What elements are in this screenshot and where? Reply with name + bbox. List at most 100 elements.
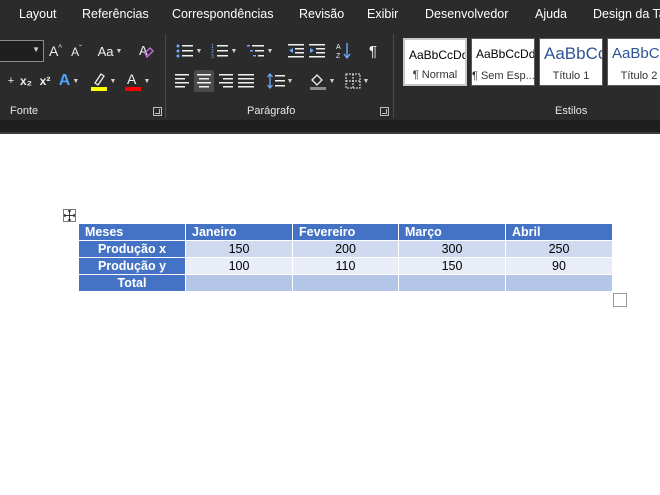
shrink-font-button[interactable]: Aˇ — [68, 40, 85, 62]
chevron-down-icon: ▼ — [362, 77, 370, 85]
clear-formatting-button[interactable]: A — [136, 40, 156, 62]
table-cell[interactable] — [185, 274, 293, 292]
font-color-icon: A — [124, 71, 141, 91]
align-right-button[interactable] — [215, 70, 235, 92]
tab-table-design[interactable]: Design da Ta — [593, 7, 660, 21]
table-cell[interactable]: 100 — [185, 257, 293, 275]
tab-help[interactable]: Ajuda — [535, 7, 567, 21]
style-name: ¶ Normal — [412, 69, 458, 81]
shrink-font-icon: Aˇ — [71, 43, 82, 59]
group-divider — [165, 34, 166, 118]
table-row: Total — [78, 274, 613, 292]
table-cell[interactable]: 150 — [398, 257, 506, 275]
svg-text:A: A — [127, 71, 137, 87]
row-header-cell[interactable]: Produção x — [78, 240, 186, 258]
data-table: Meses Janeiro Fevereiro Março Abril Prod… — [78, 223, 613, 292]
align-left-button[interactable] — [173, 70, 193, 92]
table-cell[interactable] — [398, 274, 506, 292]
style-no-spacing[interactable]: AaBbCcDd ¶ Sem Esp... — [471, 38, 535, 86]
table-cell[interactable]: 110 — [292, 257, 399, 275]
tab-references[interactable]: Referências — [82, 7, 149, 21]
font-dialog-launcher-icon[interactable] — [153, 107, 162, 116]
show-marks-button[interactable]: ¶ — [363, 40, 383, 62]
strikethrough-button[interactable]: + — [5, 70, 17, 92]
table-move-handle[interactable] — [63, 209, 76, 222]
decrease-indent-icon — [288, 44, 304, 58]
tab-review[interactable]: Revisão — [299, 7, 344, 21]
table-cell[interactable]: 90 — [505, 257, 613, 275]
table-header-row: Meses Janeiro Fevereiro Março Abril — [78, 223, 613, 241]
tab-layout[interactable]: Layout — [19, 7, 57, 21]
paragraph-dialog-launcher-icon[interactable] — [380, 107, 389, 116]
font-size-dropdown[interactable]: ▼ — [0, 40, 44, 62]
chevron-down-icon: ▼ — [286, 77, 294, 85]
style-normal[interactable]: AaBbCcDd ¶ Normal — [402, 37, 468, 87]
style-heading-2[interactable]: AaBbCc Título 2 — [607, 38, 660, 86]
table-cell[interactable]: 300 — [398, 240, 506, 258]
table-resize-handle[interactable] — [613, 293, 627, 307]
align-right-icon — [219, 74, 233, 88]
borders-button[interactable]: ▼ — [341, 70, 373, 92]
table-header-cell[interactable]: Março — [398, 223, 506, 241]
tab-view[interactable]: Exibir — [367, 7, 398, 21]
highlighter-icon — [90, 73, 107, 91]
ribbon: ▼ A^ Aˇ Aa ▼ A + x₂ x² A ▼ ▼ A ▼ Fonte ▼… — [0, 30, 660, 120]
grow-font-button[interactable]: A^ — [47, 40, 64, 62]
highlight-color-button[interactable]: ▼ — [88, 70, 118, 92]
superscript-icon: x² — [39, 74, 51, 88]
table-row: Produção y 100 110 150 90 — [78, 257, 613, 275]
bullets-icon — [176, 44, 193, 58]
align-center-button[interactable] — [194, 70, 214, 92]
paragraph-group-label: Parágrafo — [247, 105, 296, 117]
align-left-icon — [175, 74, 189, 88]
chevron-down-icon: ▼ — [32, 45, 40, 54]
chevron-down-icon: ▼ — [72, 77, 80, 85]
style-heading-1[interactable]: AaBbCc Título 1 — [539, 38, 603, 86]
text-effects-icon: A — [58, 72, 71, 89]
styles-group-label: Estilos — [555, 105, 588, 117]
table-header-cell[interactable]: Meses — [78, 223, 186, 241]
svg-text:A: A — [336, 44, 341, 51]
sort-icon: A Z — [336, 43, 351, 60]
style-sample: AaBbCcDd — [476, 47, 535, 61]
table-header-cell[interactable]: Abril — [505, 223, 613, 241]
subscript-button[interactable]: x₂ — [18, 70, 34, 92]
table-cell[interactable]: 200 — [292, 240, 399, 258]
table-cell[interactable] — [292, 274, 399, 292]
justify-button[interactable] — [236, 70, 256, 92]
change-case-button[interactable]: Aa ▼ — [95, 40, 125, 62]
style-sample: AaBbCc — [612, 45, 660, 62]
table-header-cell[interactable]: Janeiro — [185, 223, 293, 241]
table-header-cell[interactable]: Fevereiro — [292, 223, 399, 241]
shading-button[interactable]: ▼ — [306, 70, 338, 92]
increase-indent-button[interactable] — [307, 40, 327, 62]
tab-mailings[interactable]: Correspondências — [172, 7, 273, 21]
group-divider — [393, 34, 394, 118]
tab-developer[interactable]: Desenvolvedor — [425, 7, 508, 21]
ribbon-bottom-band — [0, 120, 660, 134]
sort-button[interactable]: A Z — [334, 40, 354, 62]
pilcrow-icon: ¶ — [368, 42, 378, 60]
chevron-down-icon: ▼ — [328, 77, 336, 85]
row-header-cell[interactable]: Total — [78, 274, 186, 292]
justify-icon — [238, 74, 254, 88]
font-color-button[interactable]: A ▼ — [122, 70, 152, 92]
chevron-down-icon: ▼ — [266, 47, 274, 55]
numbering-button[interactable]: 1 2 3 ▼ — [208, 40, 240, 62]
svg-text:Z: Z — [336, 53, 341, 60]
style-name: ¶ Sem Esp... — [472, 70, 535, 82]
superscript-button[interactable]: x² — [37, 70, 53, 92]
multilevel-list-button[interactable]: ▼ — [244, 40, 276, 62]
font-group-label: Fonte — [10, 105, 39, 117]
line-spacing-button[interactable]: ▼ — [264, 70, 296, 92]
table-cell[interactable] — [505, 274, 613, 292]
decrease-indent-button[interactable] — [286, 40, 306, 62]
row-header-cell[interactable]: Produção y — [78, 257, 186, 275]
table-cell[interactable]: 250 — [505, 240, 613, 258]
move-arrows-icon — [64, 210, 75, 221]
chevron-down-icon: ▼ — [143, 77, 151, 85]
text-effects-button[interactable]: A ▼ — [55, 70, 83, 92]
bullets-button[interactable]: ▼ — [173, 40, 205, 62]
style-name: Título 1 — [552, 70, 590, 82]
table-cell[interactable]: 150 — [185, 240, 293, 258]
